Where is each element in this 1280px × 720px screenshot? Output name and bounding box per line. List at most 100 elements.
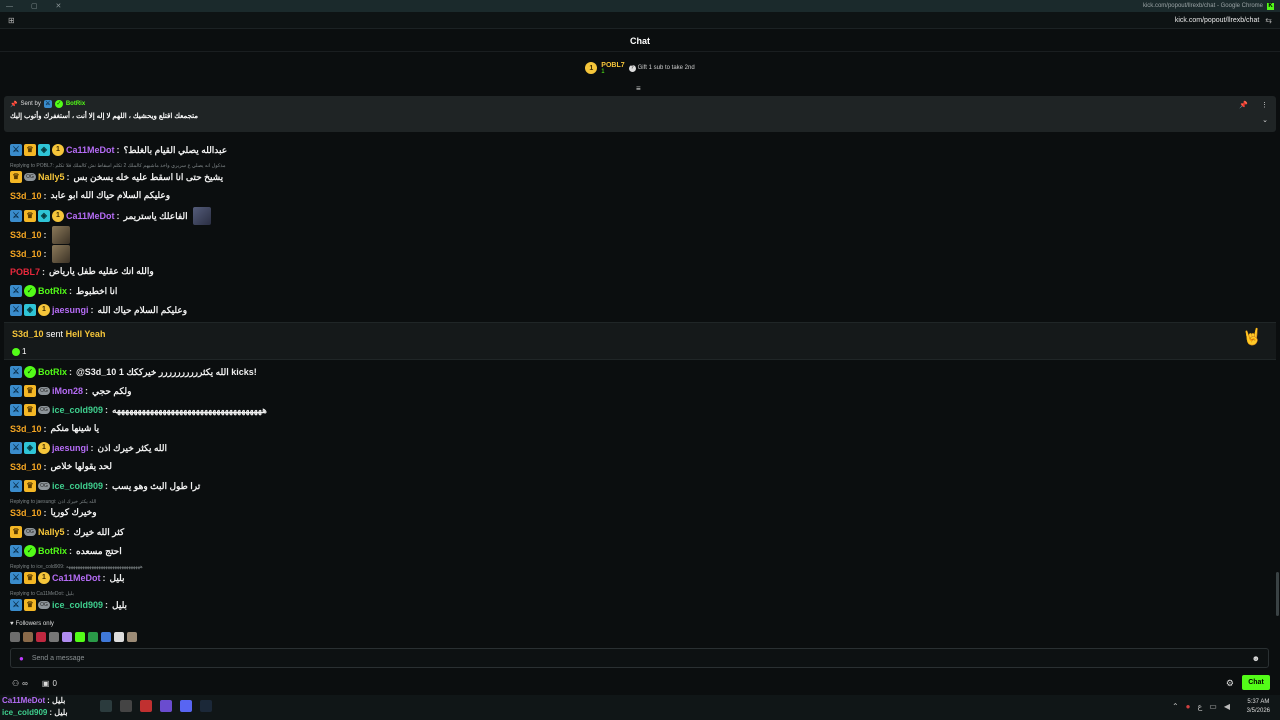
- pinned-author[interactable]: BotRix: [66, 101, 85, 107]
- collapse-chevron-icon[interactable]: ⌄: [1262, 116, 1268, 124]
- page-info-icon[interactable]: ⊞: [8, 16, 15, 25]
- chat-username[interactable]: BotRix: [38, 367, 67, 377]
- chat-message[interactable]: ⚔ ◈ 1 jaesungi: الله يكثر خيرك اذن: [10, 442, 167, 454]
- expand-chevron-icon[interactable]: ≡: [636, 84, 641, 93]
- chat-username[interactable]: ice_cold909: [52, 600, 103, 610]
- cast-icon[interactable]: ⇆: [1265, 16, 1272, 25]
- grid-app-icon[interactable]: [160, 700, 172, 712]
- chat-message[interactable]: S3d_10:: [10, 245, 70, 263]
- chat-username[interactable]: jaesungi: [52, 305, 89, 315]
- chat-message[interactable]: S3d_10: يا شينها منكم: [10, 423, 99, 434]
- chat-footer: ⚇ ∞ ▣ 0 ⚙ Chat: [0, 673, 1280, 693]
- settings-gear-icon[interactable]: ⚙: [1226, 678, 1234, 689]
- chat-text: انا اخطبوط: [76, 285, 118, 296]
- chat-message[interactable]: ⚔ ♛ OG iMon28: ولكم حجي: [10, 385, 131, 397]
- gift-name: Hell Yeah: [65, 329, 106, 339]
- subscriber-badge-icon: ◈: [24, 304, 36, 316]
- chat-username[interactable]: Ca11MeDot: [66, 145, 115, 155]
- gift-leaderboard[interactable]: 1 POBL7 1 ? Gift 1 sub to take 2nd: [0, 55, 1280, 81]
- quick-emote[interactable]: [36, 632, 46, 642]
- chat-message[interactable]: ⚔ ♛ ◈ 1 Ca11MeDot: عبدالله يصلي القيام بالغ…: [10, 144, 227, 156]
- url-text[interactable]: kick.com/popout/llrexb/chat: [1175, 17, 1259, 24]
- chat-message[interactable]: ⚔ ♛ 1 Ca11MeDot: بليل: [10, 572, 125, 584]
- os-taskbar: Ca11MeDot: بليل ice_cold909: بليل ⌃ ● ع …: [0, 695, 1280, 720]
- chat-message[interactable]: ⚔ ◈ 1 jaesungi: وعليكم السلام حياك الله: [10, 304, 187, 316]
- chat-message[interactable]: ⚔ ✓ BotRix: انا اخطبوط: [10, 285, 117, 297]
- quick-emote[interactable]: [23, 632, 33, 642]
- chat-text: ولكم حجي: [92, 385, 132, 396]
- chat-message[interactable]: S3d_10: وعليكم السلام حياك الله ابو عابد: [10, 190, 170, 201]
- mic-tray-icon[interactable]: ●: [1186, 702, 1191, 711]
- quick-emote[interactable]: [49, 632, 59, 642]
- chat-input[interactable]: ● Send a message ☻: [10, 648, 1269, 668]
- chat-username[interactable]: ice_cold909: [52, 481, 103, 491]
- quick-emote[interactable]: [114, 632, 124, 642]
- microphone-icon[interactable]: ●: [19, 654, 24, 663]
- chat-username[interactable]: S3d_10: [10, 424, 42, 434]
- display-icon[interactable]: ▭: [1209, 702, 1217, 711]
- chevron-up-icon[interactable]: ⌃: [1172, 702, 1179, 711]
- steam-app-icon[interactable]: [200, 700, 212, 712]
- reply-context[interactable]: Replying to ice_cold909: ههههههههههههههه…: [10, 564, 143, 570]
- chat-message[interactable]: ⚔ ✓ BotRix: @S3d_10 الله يكثرررررررررر خي…: [10, 366, 257, 378]
- chat-input-placeholder[interactable]: Send a message: [32, 655, 1244, 662]
- chat-username[interactable]: Ca11MeDot: [52, 573, 101, 583]
- emoji-picker-icon[interactable]: ☻: [1252, 654, 1260, 663]
- quick-emote[interactable]: [101, 632, 111, 642]
- points-stat[interactable]: ▣ 0: [42, 679, 57, 688]
- kicks-gift-card[interactable]: S3d_10 sent Hell Yeah 1 🤘: [4, 322, 1276, 360]
- chat-message[interactable]: S3d_10: لحد يقولها خلاص: [10, 461, 112, 472]
- chat-username[interactable]: S3d_10: [10, 249, 42, 259]
- quick-emote[interactable]: [62, 632, 72, 642]
- reply-context[interactable]: Replying to Ca11MeDot: بليل: [10, 591, 74, 597]
- more-options-icon[interactable]: ⋮: [1261, 101, 1268, 109]
- chat-message[interactable]: ⚔ ♛ OG ice_cold909: ترا طول البث وهو يسب: [10, 480, 200, 492]
- chat-username[interactable]: S3d_10: [10, 191, 42, 201]
- reply-context[interactable]: Replying to POBL7: مذكول انه يصلي ع سرير…: [10, 163, 226, 169]
- gift-sender[interactable]: S3d_10: [12, 329, 44, 339]
- language-icon[interactable]: ع: [1198, 702, 1203, 711]
- window-controls[interactable]: — ▢ ✕: [6, 2, 69, 10]
- system-clock[interactable]: 5:37 AM 3/5/2026: [1247, 698, 1270, 716]
- chat-username[interactable]: iMon28: [52, 386, 83, 396]
- chat-message[interactable]: POBL7: والله انك عقليه طفل يارياض: [10, 266, 154, 277]
- chat-username[interactable]: ice_cold909: [52, 405, 103, 415]
- chat-username[interactable]: Nally5: [38, 527, 65, 537]
- chat-message[interactable]: ⚔ ✓ BotRix: احتج مسعده: [10, 545, 122, 557]
- chat-message[interactable]: ♛ OG Nally5: يشيخ حتى انا اسقط عليه خله ي…: [10, 171, 223, 183]
- chat-message[interactable]: ⚔ ♛ OG ice_cold909: بليل: [10, 599, 127, 611]
- chat-text: الفاعلك ياستريمر: [123, 210, 188, 221]
- chat-username[interactable]: BotRix: [38, 286, 67, 296]
- chat-username[interactable]: jaesungi: [52, 443, 89, 453]
- chat-username[interactable]: Ca11MeDot: [66, 211, 115, 221]
- terminal-app-icon[interactable]: [100, 700, 112, 712]
- obs-app-icon[interactable]: [120, 700, 132, 712]
- chat-message[interactable]: ♛ OG Nally5: كثر الله خيرك: [10, 526, 124, 538]
- og-badge-icon: OG: [24, 528, 36, 536]
- discord-app-icon[interactable]: [180, 700, 192, 712]
- quick-emote[interactable]: [127, 632, 137, 642]
- reply-context[interactable]: Replying to jaesungi: الله يكثر خيرك اذن: [10, 499, 96, 505]
- brave-app-icon[interactable]: [140, 700, 152, 712]
- viewers-stat[interactable]: ⚇ ∞: [12, 679, 28, 688]
- chat-username[interactable]: BotRix: [38, 546, 67, 556]
- bot-badge-icon: ✓: [54, 100, 63, 108]
- send-chat-button[interactable]: Chat: [1242, 675, 1270, 690]
- chat-message[interactable]: S3d_10:: [10, 226, 70, 244]
- gifter-badge-icon: 1: [52, 210, 64, 222]
- chat-message[interactable]: ⚔ ♛ OG ice_cold909: هههههههههههههههههههههه…: [10, 404, 267, 416]
- chat-username[interactable]: S3d_10: [10, 508, 42, 518]
- chat-username[interactable]: Nally5: [38, 172, 65, 182]
- chat-username[interactable]: S3d_10: [10, 230, 42, 240]
- chat-message[interactable]: ⚔ ♛ ◈ 1 Ca11MeDot: الفاعلك ياستريمر: [10, 207, 211, 225]
- quick-emote[interactable]: [88, 632, 98, 642]
- chat-username[interactable]: POBL7: [10, 267, 40, 277]
- chat-message[interactable]: S3d_10: وخيرك كوريا: [10, 507, 97, 518]
- og-badge-icon: OG: [38, 601, 50, 609]
- unpin-icon[interactable]: 📌: [1239, 101, 1248, 109]
- chat-scrollbar[interactable]: [1276, 572, 1279, 616]
- quick-emote[interactable]: [10, 632, 20, 642]
- volume-icon[interactable]: ◀: [1224, 702, 1230, 711]
- chat-username[interactable]: S3d_10: [10, 462, 42, 472]
- quick-emote[interactable]: [75, 632, 85, 642]
